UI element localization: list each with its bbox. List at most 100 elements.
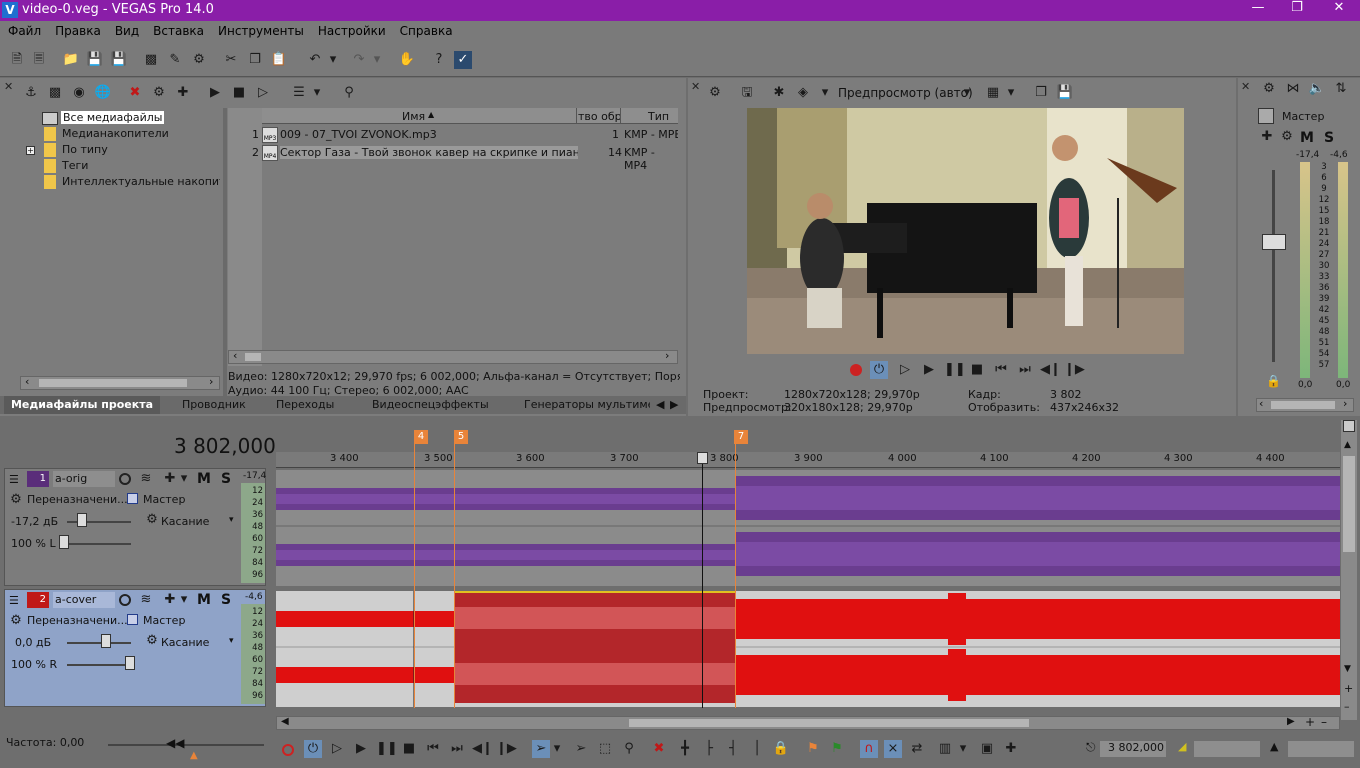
- panel-close-icon[interactable]: ✕: [4, 80, 14, 140]
- record-icon[interactable]: [282, 744, 294, 756]
- split-icon[interactable]: │: [748, 740, 766, 758]
- track-collapse-icon[interactable]: ☰: [9, 594, 19, 607]
- prev-frame-icon[interactable]: ◀❙: [1040, 361, 1061, 379]
- menu-settings[interactable]: Настройки: [318, 24, 386, 38]
- track-name-field[interactable]: a-orig: [53, 471, 115, 487]
- views-icon[interactable]: ☰: [290, 84, 308, 102]
- go-to-start-icon[interactable]: ⏮: [992, 361, 1010, 379]
- auto-preview-icon[interactable]: ▷: [254, 84, 272, 102]
- hand-tool-icon[interactable]: ✋: [398, 51, 416, 69]
- playhead-cursor[interactable]: [702, 452, 703, 708]
- stop-icon[interactable]: ■: [230, 84, 248, 102]
- undo-dropdown-icon[interactable]: ▾: [328, 51, 338, 69]
- play-from-start-icon[interactable]: ▷: [896, 361, 914, 379]
- pause-icon[interactable]: ❚❚: [376, 740, 398, 758]
- track-name-field[interactable]: a-cover: [53, 592, 115, 608]
- tab-project-media[interactable]: Медиафайлы проекта: [4, 396, 160, 414]
- arm-record-icon[interactable]: [119, 594, 131, 606]
- open-folder-icon[interactable]: 📁: [62, 51, 80, 69]
- next-frame-icon[interactable]: ❙▶: [1064, 361, 1085, 379]
- menu-view[interactable]: Вид: [115, 24, 139, 38]
- preview-settings-icon[interactable]: ⚙: [706, 84, 724, 102]
- rate-slider-thumb[interactable]: ◀◀: [166, 736, 184, 750]
- scroll-left-icon[interactable]: ‹: [1259, 397, 1263, 410]
- scroll-right-icon[interactable]: ▶: [1287, 716, 1295, 727]
- ripple-dropdown-icon[interactable]: ▾: [958, 740, 968, 758]
- routing-label[interactable]: Переназначени...: [27, 493, 128, 506]
- auto-ripple-icon[interactable]: ⇄: [908, 740, 926, 758]
- master-settings-icon[interactable]: ⚙: [1260, 80, 1278, 98]
- timeline-ruler[interactable]: 3 400 3 500 3 600 3 700 3 800 3 900 4 00…: [276, 452, 1340, 468]
- tree-hscrollbar[interactable]: ‹ ›: [20, 375, 220, 390]
- tab-video-fx[interactable]: Видеоспецэффекты: [372, 398, 489, 411]
- track-list-icon[interactable]: [1343, 420, 1355, 432]
- cut-icon[interactable]: ✂: [222, 51, 240, 69]
- copy-snapshot-icon[interactable]: ❐: [1032, 84, 1050, 102]
- scroll-left-icon[interactable]: ‹: [233, 349, 237, 362]
- lock-envelopes-icon[interactable]: ▥: [936, 740, 954, 758]
- menu-edit[interactable]: Правка: [55, 24, 101, 38]
- track-collapse-icon[interactable]: ☰: [9, 473, 19, 486]
- pan-icon[interactable]: ✚: [1258, 128, 1276, 146]
- track-lane-2[interactable]: [276, 591, 1340, 707]
- tab-generators[interactable]: Генераторы мультимед: [524, 398, 650, 411]
- list-row[interactable]: 2 MP4 Сектор Газа - Твой звонок кавер на…: [228, 144, 678, 172]
- normal-edit-tool-icon[interactable]: ➢: [532, 740, 550, 758]
- fx-bypass-icon[interactable]: ◈: [794, 84, 812, 102]
- checkmark-icon[interactable]: ✓: [454, 51, 472, 69]
- panel-close-icon[interactable]: ✕: [1241, 80, 1250, 93]
- whats-this-icon[interactable]: ?: [430, 51, 448, 69]
- tab-explorer[interactable]: Проводник: [182, 398, 246, 411]
- scroll-down-icon[interactable]: ▼: [1344, 664, 1351, 674]
- close-button[interactable]: ✕: [1326, 0, 1352, 15]
- mute-button[interactable]: M: [197, 471, 211, 487]
- trim-end-icon[interactable]: ┤: [724, 740, 742, 758]
- vscroll-thumb[interactable]: [1343, 456, 1355, 552]
- insert-marker-icon[interactable]: ⚑: [804, 740, 822, 758]
- selection-tool-icon[interactable]: ⬚: [596, 740, 614, 758]
- quality-dropdown-icon[interactable]: ▾: [962, 84, 972, 102]
- timeline-hscrollbar[interactable]: ◀ ▶ + –: [276, 715, 1340, 730]
- auto-crossfade-icon[interactable]: ⨯: [884, 740, 902, 758]
- marker-4[interactable]: 4: [414, 430, 428, 444]
- stop-icon[interactable]: ■: [968, 361, 986, 379]
- automation-mode[interactable]: Касание: [161, 636, 209, 649]
- mixer-icon[interactable]: ⇅: [1332, 80, 1350, 98]
- solo-button[interactable]: S: [221, 592, 231, 608]
- restore-button[interactable]: ❐: [1284, 0, 1310, 15]
- go-to-end-icon[interactable]: ⏭: [1016, 361, 1034, 379]
- views-dropdown-icon[interactable]: ▾: [312, 84, 322, 102]
- master-mute-button[interactable]: M: [1300, 130, 1314, 146]
- expand-icon[interactable]: +: [26, 146, 35, 155]
- bus-label[interactable]: Мастер: [143, 493, 185, 506]
- external-monitor-icon[interactable]: 🖫: [738, 84, 756, 102]
- dropdown-icon[interactable]: ▾: [820, 84, 830, 102]
- search-icon[interactable]: ⚲: [340, 84, 358, 102]
- play-icon[interactable]: ▶: [352, 740, 370, 758]
- scroll-up-icon[interactable]: ▲: [1344, 440, 1351, 450]
- plugin-icon[interactable]: ✚: [174, 84, 192, 102]
- paste-icon[interactable]: 📋: [270, 51, 288, 69]
- zoom-in-icon[interactable]: +: [1305, 715, 1315, 729]
- save-snapshot-icon[interactable]: 💾: [1056, 84, 1074, 102]
- column-name-header[interactable]: Имя: [402, 110, 425, 123]
- column-count-header[interactable]: тво обр: [578, 110, 622, 123]
- panel-close-icon[interactable]: ✕: [691, 80, 700, 93]
- redo-icon[interactable]: ↷: [350, 51, 368, 69]
- go-to-start-icon[interactable]: ⏮: [424, 740, 442, 758]
- get-media-icon[interactable]: ◉: [70, 84, 88, 102]
- play-from-start-icon[interactable]: ▷: [328, 740, 346, 758]
- prev-frame-icon[interactable]: ◀❙: [472, 740, 493, 758]
- new-project-icon[interactable]: 🗏: [30, 51, 48, 69]
- properties-icon[interactable]: ⚙: [190, 51, 208, 69]
- marker-5[interactable]: 5: [454, 430, 468, 444]
- hscroll-thumb[interactable]: [629, 719, 1029, 727]
- scroll-right-icon[interactable]: ›: [665, 349, 669, 362]
- time-display[interactable]: 3 802,000: [174, 434, 276, 458]
- menu-help[interactable]: Справка: [400, 24, 453, 38]
- selection-end-field[interactable]: [1288, 741, 1354, 757]
- import-media-icon[interactable]: ⚓: [22, 84, 40, 102]
- preview-quality-select[interactable]: Предпросмотр (авто): [838, 86, 973, 100]
- menu-insert[interactable]: Вставка: [153, 24, 204, 38]
- scroll-thumb[interactable]: [245, 353, 261, 361]
